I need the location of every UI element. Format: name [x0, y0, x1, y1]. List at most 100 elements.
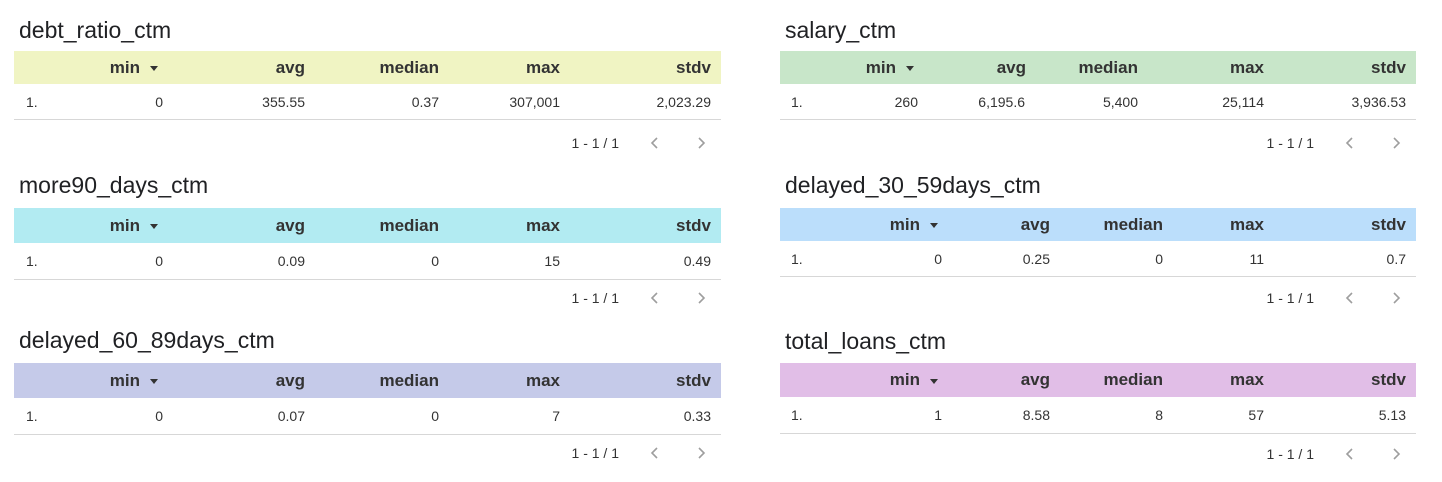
pagination: 1 - 1 / 1: [521, 441, 721, 465]
row-index: 1.: [26, 93, 38, 110]
cell-min: 1: [934, 407, 942, 423]
cell-stdv: 0.7: [1386, 250, 1406, 267]
table-header: min avg median max stdv: [14, 51, 721, 84]
cell-median: 8: [1155, 407, 1163, 423]
chevron-left-icon[interactable]: [1340, 444, 1360, 464]
column-header-median[interactable]: median: [379, 363, 439, 398]
column-header-min[interactable]: min: [110, 51, 158, 84]
panel-salary: salary_ctm min avg median max stdv 1. 26…: [780, 16, 1416, 166]
table-row: 1. 0 0.25 0 11 0.7: [780, 241, 1416, 277]
column-header-median[interactable]: median: [1103, 363, 1163, 397]
chevron-left-icon[interactable]: [645, 288, 665, 308]
column-header-max[interactable]: max: [1230, 363, 1264, 397]
column-header-median[interactable]: median: [379, 51, 439, 84]
panel-more90-days: more90_days_ctm min avg median max stdv …: [14, 171, 721, 321]
pagination: 1 - 1 / 1: [1216, 131, 1416, 155]
panel-debt-ratio: debt_ratio_ctm min avg median max stdv 1…: [14, 16, 721, 166]
row-index: 1.: [791, 93, 803, 110]
cell-min: 0: [934, 250, 942, 267]
chevron-right-icon[interactable]: [1386, 444, 1406, 464]
column-header-min[interactable]: min: [110, 208, 158, 243]
row-index: 1.: [26, 408, 38, 424]
column-header-max[interactable]: max: [526, 363, 560, 398]
panel-title: delayed_30_59days_ctm: [785, 172, 1041, 198]
column-header-median[interactable]: median: [1078, 51, 1138, 84]
column-header-median[interactable]: median: [379, 208, 439, 243]
chevron-left-icon[interactable]: [1340, 133, 1360, 153]
cell-min: 0: [155, 253, 163, 269]
cell-stdv: 3,936.53: [1351, 93, 1407, 110]
cell-min: 260: [894, 93, 918, 110]
column-header-avg[interactable]: avg: [1021, 363, 1050, 397]
table-row: 1. 0 0.07 0 7 0.33: [14, 398, 721, 435]
column-header-stdv[interactable]: stdv: [1371, 363, 1406, 397]
column-header-avg[interactable]: avg: [276, 51, 305, 84]
column-header-stdv[interactable]: stdv: [1371, 208, 1406, 241]
panel-delayed-60-89: delayed_60_89days_ctm min avg median max…: [14, 326, 721, 476]
cell-stdv: 0.49: [683, 253, 711, 269]
panel-title: debt_ratio_ctm: [19, 17, 172, 43]
sort-desc-icon: [150, 379, 158, 384]
column-header-stdv[interactable]: stdv: [1371, 51, 1406, 84]
panel-title: more90_days_ctm: [19, 172, 209, 198]
column-header-min[interactable]: min: [890, 363, 938, 397]
table-header: min avg median max stdv: [780, 208, 1416, 241]
sort-desc-icon: [150, 66, 158, 71]
panel-title: delayed_60_89days_ctm: [19, 327, 275, 353]
pagination-text: 1 - 1 / 1: [571, 290, 619, 306]
row-index: 1.: [791, 250, 803, 267]
cell-max: 57: [1248, 407, 1264, 423]
panel-title: total_loans_ctm: [785, 328, 947, 354]
cell-stdv: 2,023.29: [656, 93, 712, 110]
cell-stdv: 0.33: [683, 408, 711, 424]
column-header-min[interactable]: min: [110, 363, 158, 398]
column-header-avg[interactable]: avg: [276, 363, 305, 398]
cell-avg: 0.07: [277, 408, 305, 424]
column-header-min[interactable]: min: [890, 208, 938, 241]
column-header-avg[interactable]: avg: [276, 208, 305, 243]
pagination-text: 1 - 1 / 1: [571, 135, 619, 151]
column-header-max[interactable]: max: [526, 51, 560, 84]
column-header-stdv[interactable]: stdv: [676, 51, 711, 84]
cell-max: 25,114: [1222, 93, 1264, 110]
chevron-right-icon[interactable]: [691, 288, 711, 308]
column-header-max[interactable]: max: [526, 208, 560, 243]
pagination-text: 1 - 1 / 1: [1266, 135, 1314, 151]
chevron-left-icon[interactable]: [645, 133, 665, 153]
chevron-left-icon[interactable]: [1340, 288, 1360, 308]
chevron-right-icon[interactable]: [1386, 133, 1406, 153]
cell-median: 5,400: [1102, 93, 1138, 110]
cell-avg: 8.58: [1022, 407, 1050, 423]
pagination-text: 1 - 1 / 1: [571, 445, 619, 461]
chevron-right-icon[interactable]: [691, 133, 711, 153]
cell-median: 0.37: [411, 93, 439, 110]
column-header-max[interactable]: max: [1230, 51, 1264, 84]
cell-avg: 6,195.6: [978, 93, 1025, 110]
column-header-avg[interactable]: avg: [997, 51, 1026, 84]
column-header-min[interactable]: min: [866, 51, 914, 84]
chevron-left-icon[interactable]: [645, 443, 665, 463]
cell-min: 0: [155, 408, 163, 424]
chevron-right-icon[interactable]: [691, 443, 711, 463]
cell-stdv: 5.13: [1378, 407, 1406, 423]
cell-median: 0: [1155, 250, 1163, 267]
panel-total-loans: total_loans_ctm min avg median max stdv …: [780, 327, 1416, 477]
chevron-right-icon[interactable]: [1386, 288, 1406, 308]
table-row: 1. 0 355.55 0.37 307,001 2,023.29: [14, 84, 721, 120]
table-header: min avg median max stdv: [14, 363, 721, 398]
sort-desc-icon: [150, 224, 158, 229]
pagination-text: 1 - 1 / 1: [1266, 290, 1314, 306]
row-index: 1.: [26, 253, 38, 269]
panel-delayed-30-59: delayed_30_59days_ctm min avg median max…: [780, 171, 1416, 321]
table-header: min avg median max stdv: [780, 51, 1416, 84]
column-header-stdv[interactable]: stdv: [676, 208, 711, 243]
pagination: 1 - 1 / 1: [1216, 442, 1416, 466]
row-index: 1.: [791, 407, 803, 423]
column-header-median[interactable]: median: [1103, 208, 1163, 241]
column-header-avg[interactable]: avg: [1021, 208, 1050, 241]
column-header-max[interactable]: max: [1230, 208, 1264, 241]
pagination: 1 - 1 / 1: [521, 131, 721, 155]
column-header-stdv[interactable]: stdv: [676, 363, 711, 398]
table-row: 1. 260 6,195.6 5,400 25,114 3,936.53: [780, 84, 1416, 120]
sort-desc-icon: [906, 66, 914, 71]
